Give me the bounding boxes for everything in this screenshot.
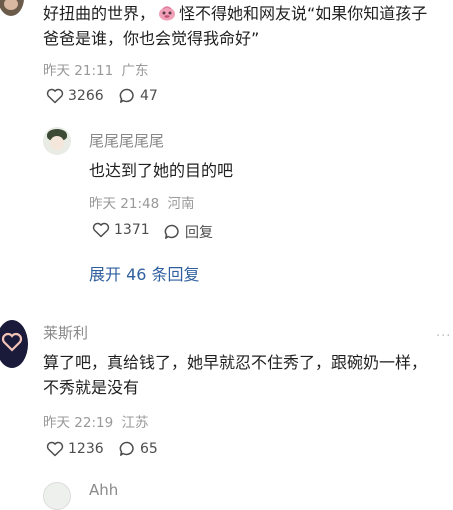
like-count: 1371 — [114, 222, 150, 238]
speech-bubble-icon — [119, 88, 134, 103]
reply-text: 也达到了她的目的吧 — [89, 161, 234, 180]
heart-outline-icon — [46, 441, 64, 457]
comment-text-line2: 不秀就是没有 — [43, 378, 140, 397]
avatar[interactable] — [0, 320, 28, 368]
comment-meta: 昨天 22:19 江苏 — [43, 411, 149, 431]
comment-author[interactable]: Ahh — [89, 481, 118, 499]
timestamp: 昨天 21:48 — [89, 196, 160, 212]
more-dots-icon[interactable]: ... — [436, 325, 451, 340]
timestamp: 昨天 21:11 — [43, 63, 114, 79]
comment-text: 算了吧，真给钱了，她早就忍不住秀了，跟碗奶一样， — [43, 353, 428, 372]
expand-replies-link[interactable]: 展开 46 条回复 — [89, 261, 200, 285]
comment-text-line2: 爸爸是谁，你也会觉得我命好” — [43, 29, 260, 48]
reply-button[interactable]: 回复 — [164, 222, 213, 242]
speech-bubble-icon — [119, 441, 134, 456]
like-button[interactable]: 1371 — [92, 222, 150, 238]
like-button[interactable]: 3266 — [46, 88, 104, 104]
avatar[interactable] — [43, 127, 71, 155]
avatar[interactable] — [43, 482, 71, 510]
like-count: 1236 — [68, 441, 104, 457]
reply-meta: 昨天 21:48 河南 — [89, 192, 195, 212]
avatar[interactable] — [0, 0, 24, 16]
location: 广东 — [121, 63, 149, 79]
location: 江苏 — [121, 415, 149, 431]
reply-author[interactable]: 尾尾尾尾尾 — [89, 130, 164, 151]
reply-label: 回复 — [185, 225, 213, 241]
timestamp: 昨天 22:19 — [43, 415, 114, 431]
reply-count: 47 — [140, 88, 158, 104]
emoji-icon — [158, 3, 176, 21]
location: 河南 — [167, 196, 195, 212]
reply-button[interactable]: 65 — [119, 441, 158, 457]
like-button[interactable]: 1236 — [46, 441, 104, 457]
reply-count: 65 — [140, 441, 158, 457]
comment-meta: 昨天 21:11 广东 — [43, 59, 149, 79]
comment-author[interactable]: 莱斯利 — [43, 322, 88, 343]
heart-outline-icon — [92, 222, 110, 238]
like-count: 3266 — [68, 88, 104, 104]
speech-bubble-icon — [164, 224, 179, 239]
reply-button[interactable]: 47 — [119, 88, 158, 104]
comment-text: 好扭曲的世界， 怪不得她和网友说“如果你知道孩子 — [43, 3, 428, 23]
heart-outline-icon — [46, 88, 64, 104]
